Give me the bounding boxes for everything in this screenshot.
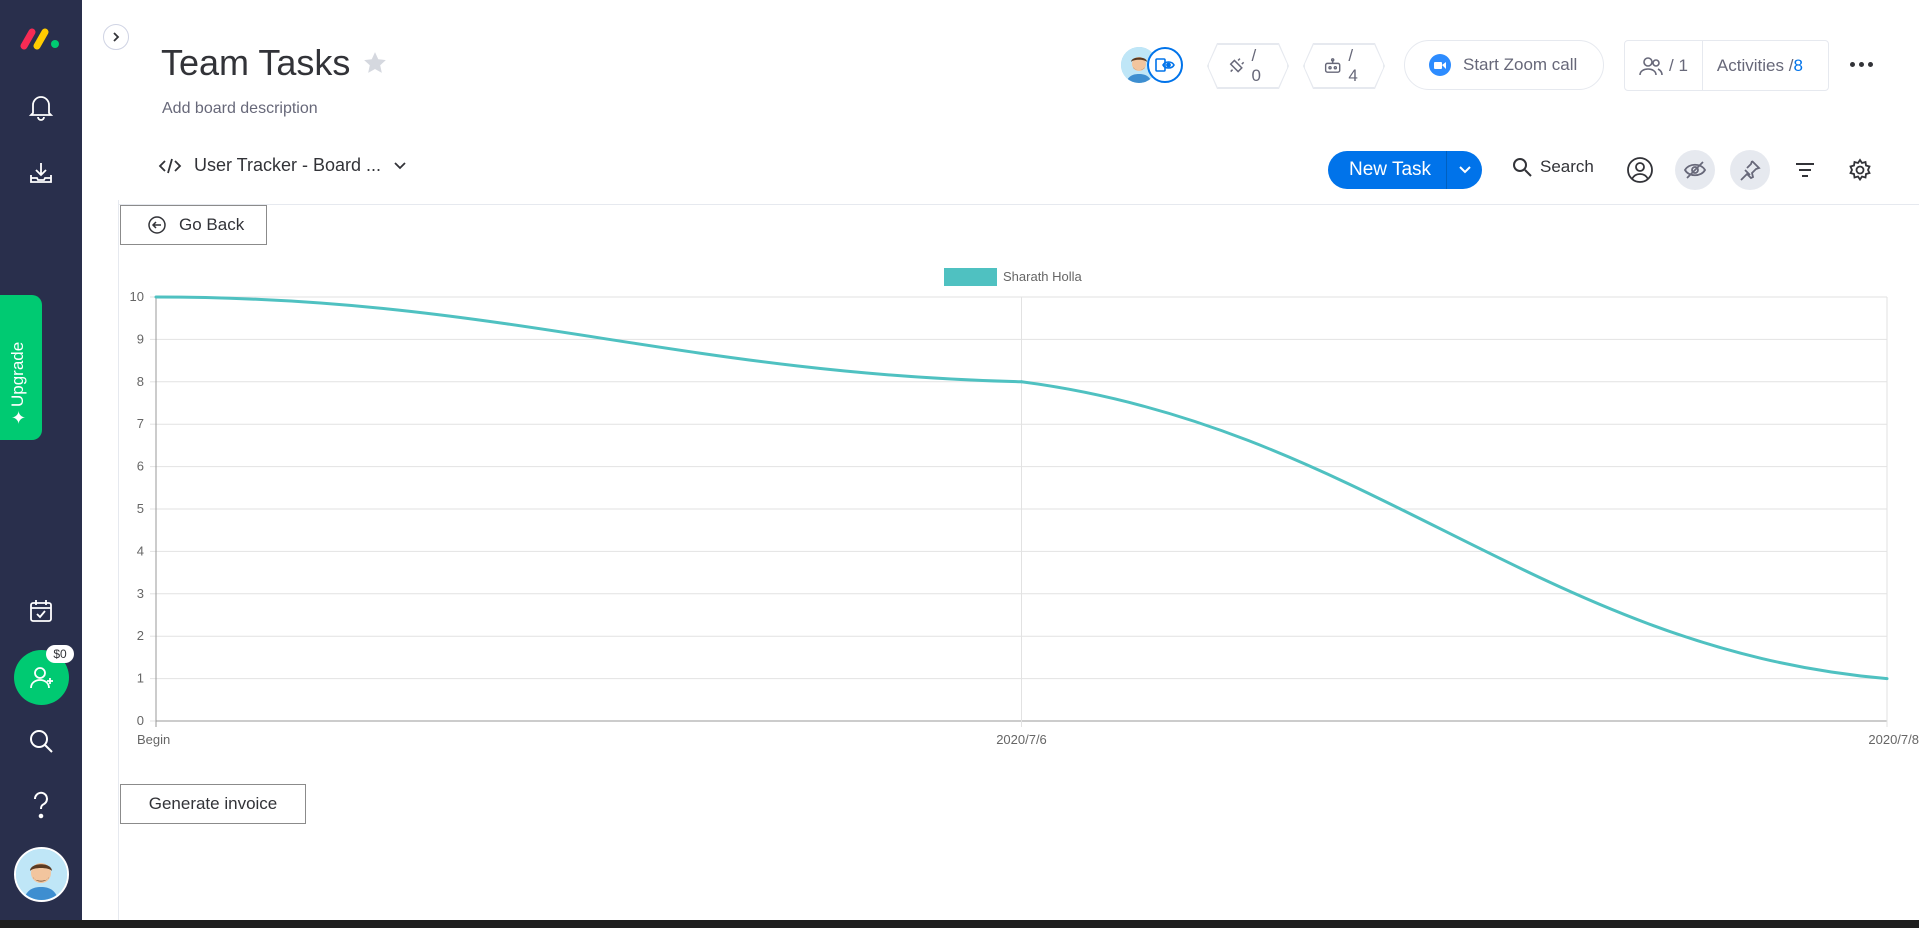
generate-invoice-button[interactable]: Generate invoice	[120, 784, 306, 824]
gear-icon	[1849, 158, 1871, 182]
robot-icon	[1323, 56, 1342, 76]
zoom-icon	[1429, 54, 1451, 76]
go-back-label: Go Back	[179, 215, 245, 234]
filter-icon	[1796, 163, 1814, 177]
members-activity-box: / 1 Activities /8	[1624, 40, 1829, 91]
expand-sidebar-button[interactable]	[103, 24, 129, 50]
person-filter-button[interactable]	[1620, 150, 1660, 190]
new-task-split-button: New Task	[1328, 151, 1482, 189]
chevron-down-icon	[1458, 166, 1471, 174]
eye-icon	[1155, 58, 1175, 72]
y-tick-label: 3	[137, 586, 144, 601]
my-work-calendar-icon[interactable]	[25, 595, 57, 627]
y-tick-label: 5	[137, 501, 144, 516]
activities-label: Activities /	[1716, 55, 1794, 75]
data-point	[1020, 380, 1023, 384]
code-embed-icon	[158, 158, 182, 173]
help-icon[interactable]	[25, 789, 57, 821]
burndown-chart: 0 1 2 3 4 5 6 7 8 9 10 Begin 2020/7/6 2020/7/8 Sharath…	[100, 255, 1919, 765]
data-point	[154, 295, 158, 299]
sparkle-icon: ✦	[11, 408, 27, 428]
start-zoom-call-button[interactable]: Start Zoom call	[1404, 40, 1604, 90]
legend-swatch	[944, 268, 997, 286]
automations-button[interactable]: / 4	[1304, 44, 1384, 88]
filter-button[interactable]	[1785, 150, 1825, 190]
eye-off-icon	[1683, 161, 1707, 179]
y-tick-label: 9	[137, 331, 144, 346]
integrations-plug-icon	[1227, 56, 1246, 76]
people-icon	[1639, 56, 1663, 75]
pin-icon	[1740, 160, 1761, 181]
y-tick-label: 0	[137, 713, 144, 728]
more-options-button[interactable]	[1845, 50, 1877, 78]
left-rail: Upgrade ✦ $0	[0, 0, 82, 920]
add-user-icon	[29, 666, 53, 688]
y-tick-label: 7	[137, 416, 144, 431]
search-label: Search	[1540, 157, 1594, 176]
search-button[interactable]: Search	[1512, 157, 1594, 177]
y-tick-label: 2	[137, 628, 144, 643]
board-description[interactable]: Add board description	[162, 100, 318, 118]
activities-button[interactable]: Activities /8	[1703, 56, 1817, 76]
chevron-right-icon	[113, 32, 120, 42]
hide-columns-button[interactable]	[1675, 150, 1715, 190]
members-count: / 1	[1669, 55, 1688, 75]
board-members-button[interactable]: / 1	[1625, 41, 1703, 90]
y-tick-label: 6	[137, 459, 144, 474]
favorite-star-icon[interactable]	[362, 50, 388, 81]
notifications-bell-icon[interactable]	[25, 91, 57, 123]
upgrade-label: Upgrade	[8, 341, 27, 407]
x-tick-label: Begin	[137, 732, 170, 747]
integrations-count: / 0	[1251, 46, 1261, 85]
settings-button[interactable]	[1840, 150, 1880, 190]
search-icon	[1513, 158, 1532, 177]
activities-count: 8	[1793, 55, 1803, 75]
chevron-down-icon	[394, 161, 406, 169]
data-point	[1885, 677, 1889, 681]
invite-credit-badge: $0	[46, 645, 74, 663]
board-viewers-button[interactable]	[1147, 47, 1183, 83]
arrow-left-circle-icon	[148, 216, 166, 234]
upgrade-button[interactable]: Upgrade ✦	[0, 295, 42, 440]
new-task-dropdown-button[interactable]	[1447, 151, 1482, 189]
bottom-strip	[0, 920, 1919, 928]
search-icon[interactable]	[25, 725, 57, 757]
view-name: User Tracker - Board ...	[194, 155, 382, 175]
y-tick-label: 4	[137, 543, 144, 558]
legend-label: Sharath Holla	[1003, 269, 1083, 284]
zoom-label: Start Zoom call	[1463, 55, 1578, 74]
y-tick-label: 10	[130, 289, 144, 304]
automations-count: / 4	[1348, 46, 1358, 85]
inbox-download-icon[interactable]	[25, 157, 57, 189]
line-chart: 0 1 2 3 4 5 6 7 8 9 10 Begin 2020/7/6 2020/7/8 Sharath…	[130, 268, 1919, 747]
new-task-button[interactable]: New Task	[1328, 151, 1446, 189]
person-circle-icon	[1627, 157, 1653, 183]
header-divider	[119, 204, 1919, 205]
integrations-button[interactable]: / 0	[1208, 44, 1288, 88]
y-tick-label: 1	[137, 671, 144, 686]
pin-button[interactable]	[1730, 150, 1770, 190]
go-back-button[interactable]: Go Back	[120, 205, 267, 245]
view-selector[interactable]: User Tracker - Board ...	[158, 155, 407, 176]
monday-logo[interactable]	[20, 26, 62, 50]
user-avatar[interactable]	[14, 847, 69, 902]
y-tick-label: 8	[137, 374, 144, 389]
x-tick-label: 2020/7/8	[1868, 732, 1919, 747]
board-title[interactable]: Team Tasks	[161, 42, 350, 84]
x-tick-label: 2020/7/6	[996, 732, 1047, 747]
